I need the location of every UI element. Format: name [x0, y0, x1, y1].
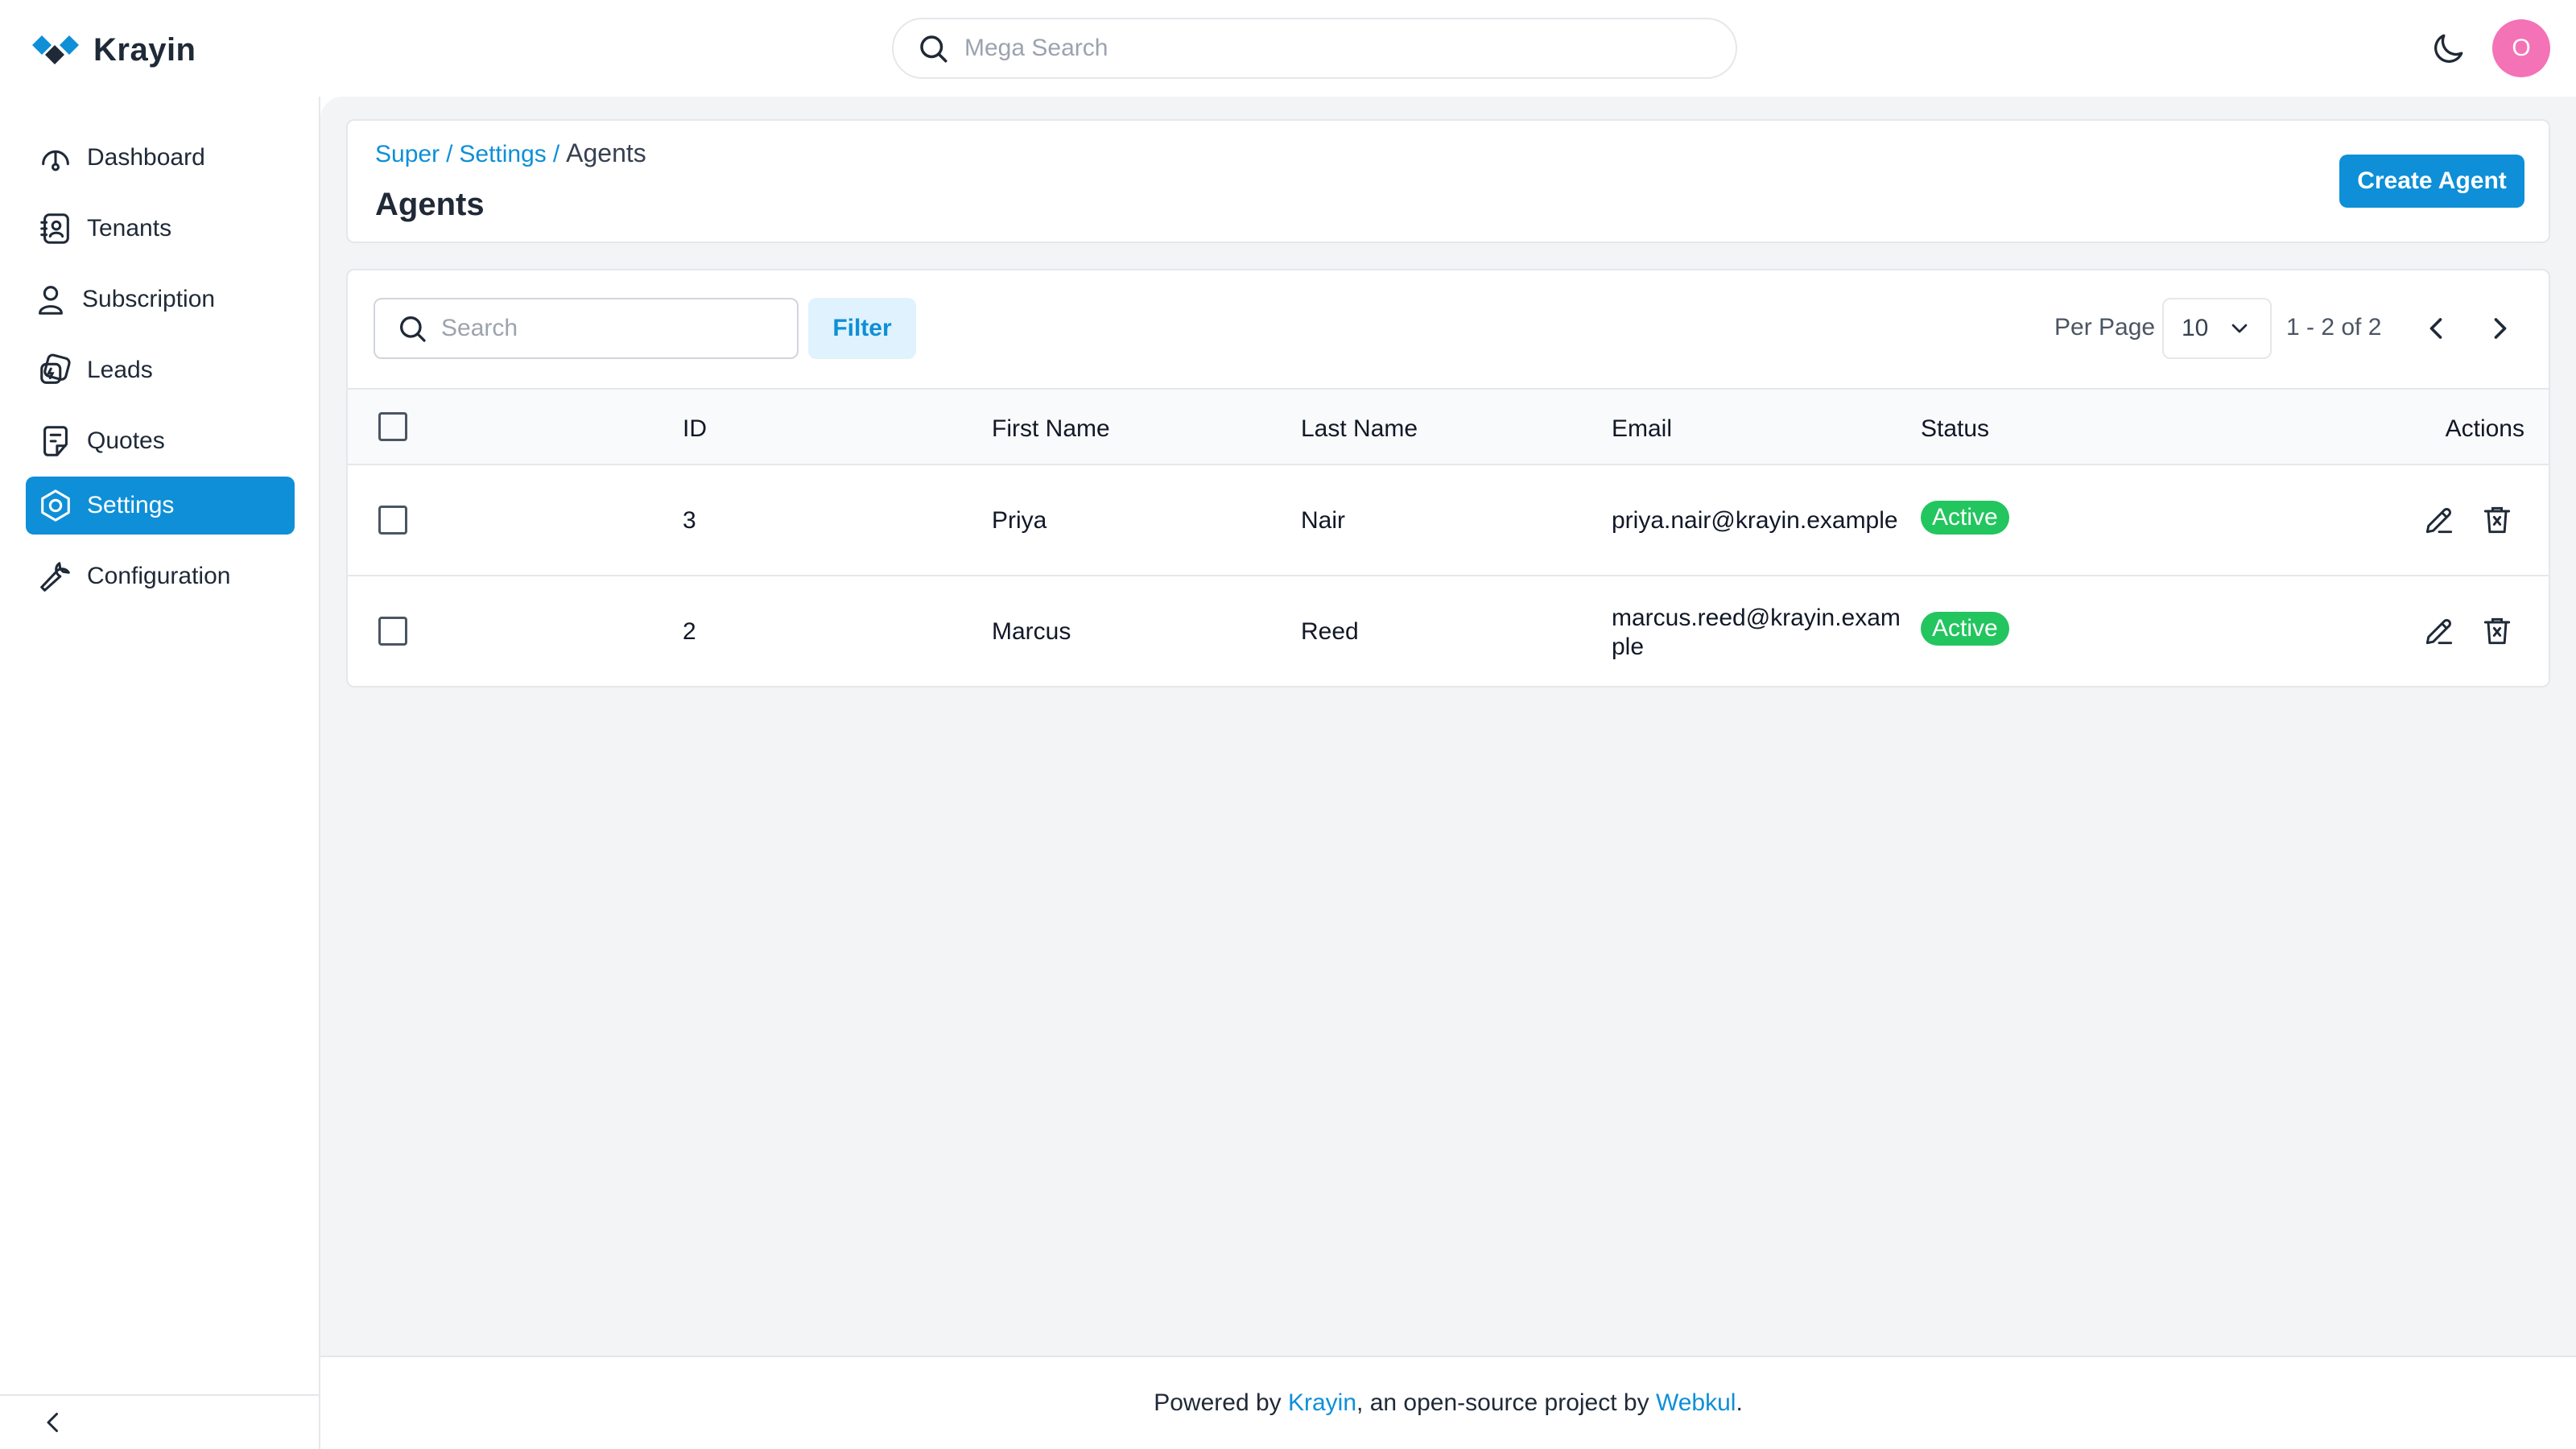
per-page-value: 10 — [2182, 315, 2209, 341]
sidebar-item-dashboard[interactable]: Dashboard — [26, 129, 295, 187]
top-bar: Krayin O — [0, 0, 2576, 97]
sidebar-item-leads[interactable]: Leads — [26, 341, 295, 399]
breadcrumb-settings[interactable]: Settings — [459, 141, 546, 167]
agents-datagrid: Filter Per Page 10 1 - 2 of 2 ID First N… — [346, 269, 2550, 687]
sidebar-item-label: Tenants — [87, 215, 172, 242]
column-header-actions: Actions — [2445, 415, 2524, 442]
page-header: Super / Settings / Agents Agents Create Agen… — [346, 119, 2550, 243]
main-content: Super / Settings / Agents Agents Create Agen… — [320, 97, 2576, 1356]
sidebar-item-quotes[interactable]: Quotes — [26, 412, 295, 470]
dark-mode-toggle-icon[interactable] — [2428, 29, 2468, 69]
breadcrumb-current: Agents — [566, 138, 646, 167]
next-page-icon[interactable] — [2483, 311, 2518, 346]
table-row: 3 Priya Nair priya.nair@krayin.example A… — [348, 465, 2549, 576]
sidebar-item-label: Leads — [87, 357, 153, 383]
row-checkbox[interactable] — [378, 617, 407, 646]
edit-icon[interactable] — [2421, 502, 2457, 538]
cell-last-name: Reed — [1301, 618, 1359, 645]
column-header-status[interactable]: Status — [1921, 415, 1989, 443]
sidebar-item-tenants[interactable]: Tenants — [26, 200, 295, 258]
table-header: ID First Name Last Name Email Status Act… — [348, 388, 2549, 465]
column-header-first-name[interactable]: First Name — [992, 415, 1110, 443]
edit-icon[interactable] — [2421, 613, 2457, 649]
page-title: Agents — [375, 187, 485, 222]
row-checkbox[interactable] — [378, 506, 407, 535]
sidebar-item-label: Subscription — [82, 286, 216, 312]
webkul-link[interactable]: Webkul — [1656, 1389, 1736, 1417]
cell-first-name: Marcus — [992, 618, 1071, 645]
filter-button[interactable]: Filter — [808, 298, 916, 359]
previous-page-icon[interactable] — [2418, 311, 2454, 346]
quotes-icon — [43, 426, 68, 456]
tenants-icon — [40, 213, 69, 244]
cell-last-name: Nair — [1301, 507, 1346, 534]
status-badge: Active — [1921, 501, 2009, 535]
create-agent-button[interactable]: Create Agent — [2339, 155, 2524, 208]
breadcrumb-separator: / — [446, 141, 453, 167]
footer-prefix: Powered by — [1154, 1389, 1282, 1416]
sidebar: Dashboard Tenants Subscription Leads Quo… — [0, 97, 320, 1449]
chevron-down-icon — [2231, 324, 2248, 333]
sidebar-item-settings[interactable]: Settings — [26, 477, 295, 535]
logo[interactable]: Krayin — [29, 31, 196, 69]
search-icon — [400, 316, 426, 342]
column-header-last-name[interactable]: Last Name — [1301, 415, 1418, 443]
sidebar-item-label: Configuration — [87, 563, 231, 589]
chevron-left-icon — [47, 1413, 58, 1432]
cell-first-name: Priya — [992, 507, 1047, 534]
search-icon — [920, 35, 947, 63]
status-badge: Active — [1921, 612, 2009, 646]
user-icon — [39, 286, 63, 315]
sidebar-item-label: Settings — [87, 492, 175, 518]
column-header-id[interactable]: ID — [683, 415, 707, 443]
wrench-icon — [40, 562, 70, 592]
per-page-label: Per Page — [2054, 314, 2156, 341]
cell-email: marcus.reed@krayin.example — [1612, 605, 1901, 660]
delete-icon[interactable] — [2479, 502, 2515, 538]
sidebar-item-label: Quotes — [87, 427, 165, 454]
delete-icon[interactable] — [2479, 613, 2515, 649]
table-row: 2 Marcus Reed marcus.reed@krayin.example… — [348, 576, 2549, 686]
settings-icon — [41, 489, 70, 522]
user-avatar[interactable]: O — [2492, 19, 2550, 77]
datagrid-toolbar: Filter Per Page 10 1 - 2 of 2 — [348, 270, 2549, 388]
collapse-sidebar-button[interactable] — [0, 1394, 320, 1449]
datagrid-search[interactable] — [374, 298, 799, 359]
breadcrumb-separator: / — [552, 141, 560, 167]
sidebar-item-label: Dashboard — [87, 144, 205, 171]
app-name: Krayin — [93, 31, 196, 68]
cell-email: priya.nair@krayin.example — [1612, 507, 1898, 534]
per-page-select[interactable]: 10 — [2162, 298, 2272, 359]
cell-id: 2 — [683, 618, 696, 645]
search-input[interactable] — [441, 315, 779, 342]
column-header-email[interactable]: Email — [1612, 415, 1672, 443]
breadcrumb-super[interactable]: Super — [375, 141, 440, 167]
leads-icon — [40, 353, 71, 384]
mega-search-input[interactable] — [964, 35, 1689, 62]
krayin-link[interactable]: Krayin — [1288, 1389, 1356, 1417]
select-all-checkbox[interactable] — [378, 412, 407, 441]
sidebar-item-configuration[interactable]: Configuration — [26, 547, 295, 605]
footer: Powered by Krayin, an open-source projec… — [320, 1356, 2576, 1449]
dashboard-icon — [42, 150, 69, 171]
krayin-logo-icon — [32, 35, 79, 64]
pagination-info: 1 - 2 of 2 — [2286, 314, 2382, 341]
mega-search-bar[interactable] — [892, 18, 1737, 79]
cell-id: 3 — [683, 507, 696, 534]
sidebar-item-subscription[interactable]: Subscription — [26, 270, 295, 328]
breadcrumb: Super / Settings / Agents — [375, 138, 646, 168]
footer-middle: , an open-source project by — [1356, 1389, 1649, 1416]
footer-suffix: . — [1736, 1389, 1743, 1416]
